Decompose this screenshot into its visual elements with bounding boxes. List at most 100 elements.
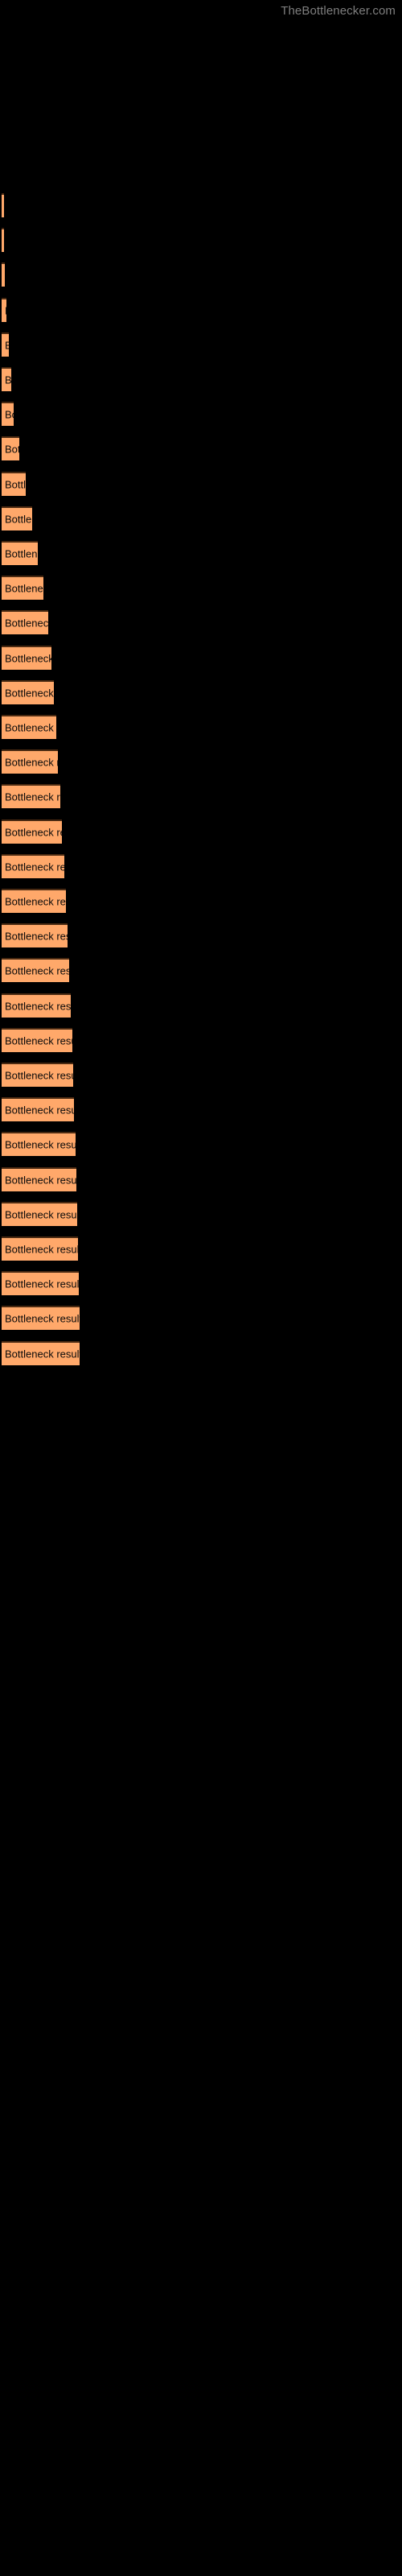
bar: Bottleneck result	[2, 1306, 80, 1331]
bar-label: Bottleneck result	[5, 895, 66, 908]
bar-label: Bottleneck result	[5, 1348, 80, 1360]
bar-row: Bottleneck result	[0, 471, 402, 497]
bar-row: Bottleneck result	[0, 262, 402, 288]
bar-row: Bottleneck result	[0, 923, 402, 949]
bar-label: Bottleneck result	[5, 374, 11, 386]
bar-row: Bottleneck result	[0, 1201, 402, 1228]
bar-label: Bottleneck result	[5, 408, 14, 421]
bar: Bottleneck result	[2, 1132, 76, 1157]
bar-label: Bottleneck result	[5, 791, 60, 803]
bar-label: Bottleneck result	[5, 582, 43, 595]
bar: Bottleneck result	[2, 1236, 78, 1261]
bar-row: Bottleneck result	[0, 576, 402, 601]
bar: Bottleneck result	[2, 541, 38, 565]
bar-row: Bottleneck result	[0, 1027, 402, 1054]
bar: Bottleneck result	[2, 297, 6, 322]
bar: Bottleneck result	[2, 367, 11, 391]
bar-label: Bottleneck result	[5, 547, 38, 560]
bar-row: Bottleneck result	[0, 853, 402, 880]
bar-row: Bottleneck result	[0, 1166, 402, 1193]
bar-label: Bottleneck result	[5, 1104, 74, 1117]
bar-row: Bottleneck result	[0, 610, 402, 636]
bar-row: Bottleneck result	[0, 1236, 402, 1262]
bar-row: Bottleneck result	[0, 402, 402, 427]
bar: Bottleneck result	[2, 506, 32, 530]
bar-label: Bottleneck result	[5, 652, 51, 665]
bar-row: Bottleneck result	[0, 819, 402, 845]
bar: Bottleneck result	[2, 576, 43, 601]
bar-label: Bottleneck result	[5, 1069, 73, 1082]
bar-label: Bottleneck result	[5, 443, 19, 456]
bar-row: Bottleneck result	[0, 749, 402, 775]
bar: Bottleneck result	[2, 332, 9, 357]
bar: Bottleneck result	[2, 402, 14, 427]
bar-row: Bottleneck result	[0, 993, 402, 1019]
bar: Bottleneck result	[2, 1063, 73, 1087]
bar-label: Bottleneck result	[5, 1278, 79, 1290]
bar: Bottleneck result	[2, 1201, 77, 1226]
bar-row: Bottleneck result	[0, 715, 402, 741]
bar-label: Bottleneck result	[5, 826, 62, 839]
bar-label: Bottleneck result	[5, 1243, 78, 1256]
bar-label: Bottleneck result	[5, 1174, 76, 1187]
bar-label: Bottleneck result	[5, 756, 58, 769]
bar: Bottleneck result	[2, 993, 71, 1018]
bar: Bottleneck result	[2, 471, 26, 496]
bar: Bottleneck result	[2, 193, 4, 217]
bar-label: Bottleneck result	[5, 1000, 71, 1013]
bar-row: Bottleneck result	[0, 506, 402, 532]
bottleneck-bar-chart: Bottleneck result Bottleneck result Bottle…	[0, 0, 402, 2576]
bar-row: Bottleneck result	[0, 193, 402, 219]
bar-label: Bottleneck result	[5, 339, 9, 351]
bar: Bottleneck result	[2, 958, 69, 983]
bar-label: Bottleneck result	[5, 1208, 77, 1221]
bar: Bottleneck result	[2, 819, 62, 844]
bar-label: Bottleneck result	[5, 1138, 76, 1151]
bar: Bottleneck result	[2, 1271, 79, 1296]
bar-row: Bottleneck result	[0, 541, 402, 567]
bar: Bottleneck result	[2, 923, 68, 948]
bar: Bottleneck result	[2, 784, 60, 809]
bar-label: Bottleneck result	[5, 617, 48, 630]
bar-label: Bottleneck result	[5, 687, 54, 700]
bar-row: Bottleneck result	[0, 436, 402, 462]
bar-label: Bottleneck result	[5, 304, 6, 316]
bar: Bottleneck result	[2, 889, 66, 913]
bar-row: Bottleneck result	[0, 1063, 402, 1088]
bar: Bottleneck result	[2, 715, 56, 739]
bar: Bottleneck result	[2, 749, 58, 774]
bar-label: Bottleneck result	[5, 1312, 80, 1325]
bar-row: Bottleneck result	[0, 784, 402, 810]
bar: Bottleneck result	[2, 679, 54, 704]
bar-row: Bottleneck result	[0, 645, 402, 671]
bar-label: Bottleneck result	[5, 513, 32, 526]
bar-row: Bottleneck result	[0, 889, 402, 914]
bar-row: Bottleneck result	[0, 1132, 402, 1158]
bar: Bottleneck result	[2, 645, 51, 670]
bar-label: Bottleneck result	[5, 1034, 72, 1047]
bar-row: Bottleneck result	[0, 1306, 402, 1331]
bar: Bottleneck result	[2, 853, 64, 878]
bar-label: Bottleneck result	[5, 930, 68, 943]
bar-row: Bottleneck result	[0, 1340, 402, 1367]
bar-label: Bottleneck result	[5, 861, 64, 873]
bar-row: Bottleneck result	[0, 958, 402, 984]
bar-row: Bottleneck result	[0, 1097, 402, 1123]
bar: Bottleneck result	[2, 228, 4, 253]
bar: Bottleneck result	[2, 436, 19, 461]
bar-label: Bottleneck result	[5, 964, 69, 977]
bar-label: Bottleneck result	[5, 478, 26, 491]
bar-label: Bottleneck result	[5, 721, 56, 734]
bar: Bottleneck result	[2, 1340, 80, 1365]
bar-row: Bottleneck result	[0, 1271, 402, 1297]
bar: Bottleneck result	[2, 262, 5, 287]
bar-row: Bottleneck result	[0, 679, 402, 706]
bar-row: Bottleneck result	[0, 332, 402, 358]
bar: Bottleneck result	[2, 1097, 74, 1122]
bar: Bottleneck result	[2, 1166, 76, 1191]
bar-row: Bottleneck result	[0, 367, 402, 393]
bar-row: Bottleneck result	[0, 297, 402, 324]
bar-row: Bottleneck result	[0, 228, 402, 254]
bar: Bottleneck result	[2, 610, 48, 635]
bar: Bottleneck result	[2, 1027, 72, 1052]
